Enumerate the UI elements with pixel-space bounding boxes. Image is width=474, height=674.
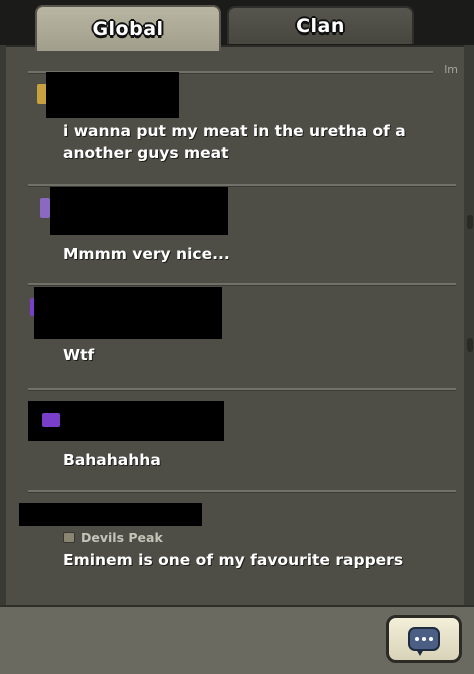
tab-clan-label: Clan [296, 15, 345, 37]
chat-bubble-icon [408, 627, 440, 656]
player-badge-icon [40, 198, 50, 218]
tab-clan[interactable]: Clan [227, 6, 414, 44]
message-text: Mmmm very nice... [63, 245, 230, 263]
divider [28, 490, 456, 493]
message-text: Bahahahha [63, 451, 161, 469]
redacted-sender-name [50, 187, 228, 235]
player-badge-icon [42, 413, 60, 427]
dot [429, 637, 433, 641]
panel-left-edge [0, 45, 6, 605]
redacted-sender-name [19, 503, 202, 526]
clan-badge-icon [63, 532, 75, 543]
message-text: i wanna put my meat in the uretha of a a… [63, 122, 406, 162]
open-chat-input-button[interactable] [386, 615, 462, 663]
scrollbar-marker[interactable] [467, 338, 473, 352]
clan-info: Devils Peak [63, 530, 163, 545]
message-text: Wtf [63, 346, 95, 364]
scrollbar-marker[interactable] [467, 215, 473, 229]
tab-global[interactable]: Global [35, 5, 221, 51]
panel-right-edge [464, 45, 474, 605]
tab-global-label: Global [92, 18, 164, 40]
dot [422, 637, 426, 641]
dot [415, 637, 419, 641]
redacted-sender-name [34, 287, 222, 339]
divider [28, 388, 456, 391]
chat-window: Global Clan lm i wanna put my meat in th… [0, 0, 474, 674]
message-text: Eminem is one of my favourite rappers [63, 551, 404, 569]
clan-name: Devils Peak [81, 530, 163, 545]
message-timestamp: lm [444, 63, 458, 76]
divider [28, 283, 456, 286]
redacted-sender-name [46, 72, 179, 118]
